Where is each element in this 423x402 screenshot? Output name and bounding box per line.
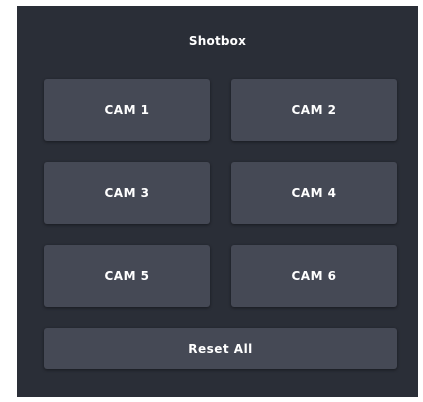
cam-6-button[interactable]: CAM 6 — [231, 245, 397, 307]
cam-2-button[interactable]: CAM 2 — [231, 79, 397, 141]
cam-5-button[interactable]: CAM 5 — [44, 245, 210, 307]
shotbox-panel: Shotbox CAM 1 CAM 2 CAM 3 CAM 4 CAM 5 CA… — [17, 6, 418, 397]
reset-all-button[interactable]: Reset All — [44, 328, 397, 369]
cam-1-button[interactable]: CAM 1 — [44, 79, 210, 141]
panel-title: Shotbox — [188, 34, 247, 48]
cam-4-button[interactable]: CAM 4 — [231, 162, 397, 224]
cam-3-button[interactable]: CAM 3 — [44, 162, 210, 224]
